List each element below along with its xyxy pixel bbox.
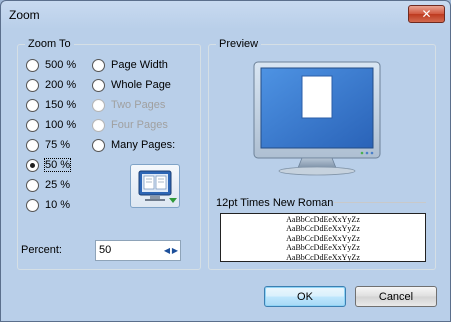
cancel-label: Cancel [378, 290, 414, 303]
zoom-150-option[interactable]: 150 % [26, 98, 76, 112]
radio-100[interactable] [26, 118, 39, 132]
radio-150[interactable] [26, 98, 39, 112]
zoom-100-option[interactable]: 100 % [26, 118, 76, 132]
radio-many-pages[interactable] [92, 138, 105, 152]
label-75: 75 % [45, 139, 71, 151]
spin-up-icon[interactable]: ▶ [171, 242, 179, 259]
monitor-icon [253, 61, 381, 176]
label-500: 500 % [45, 59, 77, 71]
percent-label: Percent: [21, 244, 62, 256]
radio-whole-page[interactable] [92, 78, 105, 92]
many-pages-button[interactable] [130, 164, 180, 208]
label-four-pages: Four Pages [111, 119, 168, 131]
radio-10[interactable] [26, 198, 39, 212]
label-many-pages: Many Pages: [111, 139, 176, 151]
zoom-to-group: Zoom To [17, 38, 201, 270]
zoom-50-option[interactable]: 50 % [26, 158, 72, 172]
radio-75[interactable] [26, 138, 39, 152]
radio-page-width[interactable] [92, 58, 105, 72]
close-button[interactable]: ✕ [408, 5, 445, 23]
zoom-200-option[interactable]: 200 % [26, 78, 76, 92]
label-150: 150 % [45, 99, 77, 111]
whole-page-option[interactable]: Whole Page [92, 78, 171, 92]
zoom-25-option[interactable]: 25 % [26, 178, 70, 192]
many-pages-option[interactable]: Many Pages: [92, 138, 175, 152]
pages-icon [138, 170, 177, 203]
label-page-width: Page Width [111, 59, 168, 71]
label-50: 50 % [43, 158, 72, 172]
cancel-button[interactable]: Cancel [355, 286, 437, 307]
label-25: 25 % [45, 179, 71, 191]
percent-value: 50 [99, 244, 112, 256]
radio-200[interactable] [26, 78, 39, 92]
ok-button[interactable]: OK [264, 286, 346, 307]
label-whole-page: Whole Page [111, 79, 171, 91]
percent-input[interactable]: 50 ◀ ▶ [95, 240, 181, 261]
label-two-pages: Two Pages [111, 99, 166, 111]
percent-spinner[interactable]: ◀ ▶ [163, 242, 179, 259]
zoom-10-option[interactable]: 10 % [26, 198, 70, 212]
sample-line: AaBbCcDdEeXxYyZz [286, 233, 360, 243]
radio-four-pages [92, 118, 105, 132]
label-100: 100 % [45, 119, 77, 131]
close-icon: ✕ [421, 7, 432, 21]
label-200: 200 % [45, 79, 77, 91]
radio-25[interactable] [26, 178, 39, 192]
zoom-to-legend: Zoom To [28, 38, 71, 50]
radio-two-pages [92, 98, 105, 112]
four-pages-option: Four Pages [92, 118, 168, 132]
title-bar[interactable]: Zoom ✕ [1, 1, 450, 29]
preview-legend: Preview [219, 38, 259, 50]
sample-line: AaBbCcDdEeXxYyZz [286, 243, 360, 253]
radio-500[interactable] [26, 58, 39, 72]
font-sample-label: 12pt Times New Roman [216, 197, 334, 209]
label-10: 10 % [45, 199, 71, 211]
ok-label: OK [297, 290, 313, 303]
zoom-500-option[interactable]: 500 % [26, 58, 76, 72]
sample-line: AaBbCcDdEeXxYyZz [286, 224, 360, 234]
sample-divider [334, 202, 426, 203]
sample-line: AaBbCcDdEeXxYyZz [286, 252, 360, 262]
sample-line: AaBbCcDdEeXxYyZz [286, 215, 360, 224]
two-pages-option: Two Pages [92, 98, 165, 112]
radio-50[interactable] [26, 158, 39, 172]
page-width-option[interactable]: Page Width [92, 58, 168, 72]
font-sample-box: AaBbCcDdEeXxYyZz AaBbCcDdEeXxYyZz AaBbCc… [220, 213, 426, 262]
window-title: Zoom [9, 8, 40, 22]
spin-down-icon[interactable]: ◀ [163, 242, 171, 259]
zoom-75-option[interactable]: 75 % [26, 138, 70, 152]
